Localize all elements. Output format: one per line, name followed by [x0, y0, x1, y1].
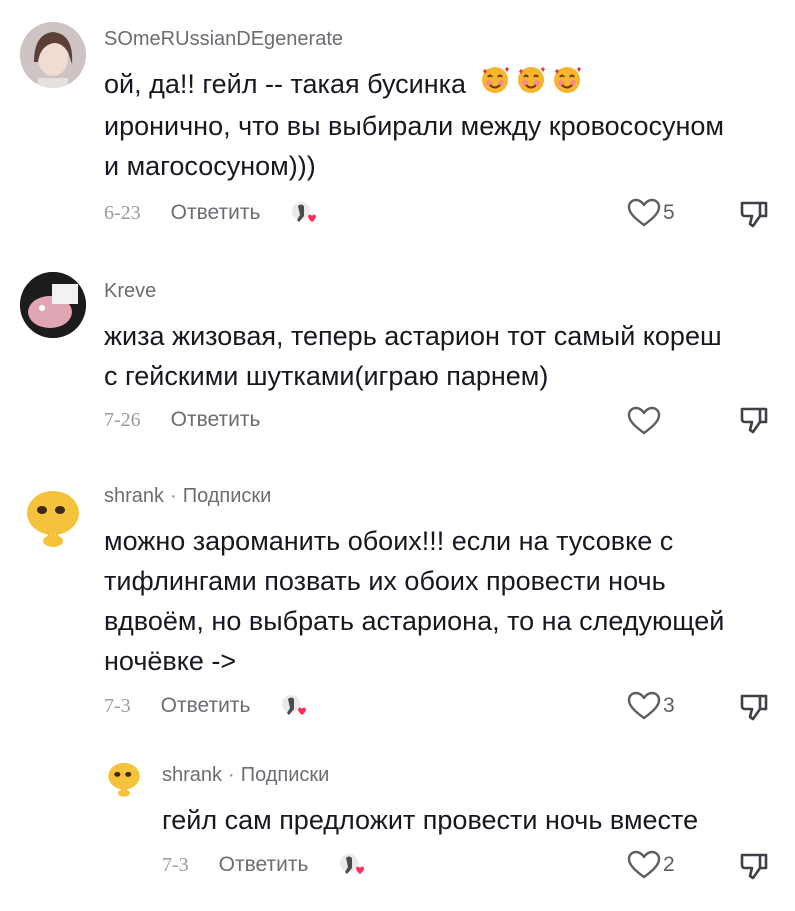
comment-text-line: жиза жизовая, теперь астарион тот самый … [104, 321, 722, 351]
like-button[interactable]: 5 [627, 198, 675, 228]
following-badge: Подписки [182, 485, 272, 507]
comment-username[interactable]: SOmeRUssianDEgenerate [104, 28, 343, 51]
comment-text-line-content: ой, да!! гейл -- такая бусинка [104, 69, 467, 99]
comment-username-row: shrank · Подписки [162, 764, 329, 787]
comment-date: 7-3 [162, 853, 189, 876]
reply-button[interactable]: Ответить [161, 694, 251, 718]
comment-text-line: вдвоём, но выбрать астариона, то на след… [104, 606, 725, 636]
avatar[interactable] [20, 22, 86, 88]
creator-liked-icon [280, 693, 308, 719]
dislike-button[interactable] [738, 404, 770, 441]
heart-outline-icon [627, 850, 661, 879]
heart-outline-icon [627, 406, 661, 435]
comment-date: 7-3 [104, 694, 131, 717]
comment-3: shrank · Подписки можно зароманить обоих!!… [0, 465, 795, 750]
comment-text-line: ночёвке -> [104, 646, 237, 676]
comment-username[interactable]: shrank [104, 485, 164, 507]
comment-meta: 7-3 Ответить [104, 693, 308, 719]
comment-text: гейл сам предложит провести ночь вместе [162, 800, 698, 840]
avatar-photo [20, 483, 86, 549]
thumbs-down-icon [740, 853, 768, 880]
like-count: 2 [663, 853, 675, 876]
comment-meta: 7-3 Ответить [162, 852, 366, 878]
following-badge: Подписки [240, 764, 330, 786]
comment-text-line: иронично, что вы выбирали между кровосос… [104, 111, 724, 142]
like-count: 3 [663, 694, 675, 717]
reply-comment: shrank · Подписки гейл сам предложит прове… [0, 750, 795, 911]
comment-meta: 6-23 Ответить [104, 200, 318, 226]
comment-1: SOmeRUssianDEgenerate ой, да!! гейл -- т… [0, 0, 795, 250]
comment-2: Kreve жиза жизовая, теперь астарион тот … [0, 250, 795, 465]
comment-username[interactable]: Kreve [104, 280, 156, 303]
reply-button[interactable]: Ответить [219, 853, 309, 877]
reply-button[interactable]: Ответить [171, 201, 261, 225]
comment-text: можно зароманить обоих!!! если на тусовк… [104, 521, 724, 681]
dislike-button[interactable] [738, 850, 770, 887]
comment-text-line: тифлингами позвать их обоих провести ноч… [104, 566, 666, 596]
avatar[interactable] [20, 483, 86, 549]
smiling-face-with-hearts-icon [552, 65, 582, 106]
dislike-button[interactable] [738, 198, 770, 235]
separator-dot: · [170, 485, 177, 507]
avatar-photo [20, 272, 86, 338]
comment-text-line: ой, да!! гейл -- такая бусинка [104, 64, 724, 106]
avatar[interactable] [104, 758, 144, 798]
creator-liked-icon [338, 852, 366, 878]
thumbs-down-icon [740, 694, 768, 721]
thumbs-down-icon [740, 201, 768, 228]
like-button[interactable] [627, 406, 663, 436]
like-button[interactable]: 3 [627, 691, 675, 721]
comment-meta: 7-26 Ответить [104, 408, 260, 432]
smiling-face-with-hearts-icon [480, 65, 510, 106]
comment-username-row: shrank · Подписки [104, 485, 271, 508]
smiling-face-with-hearts-icon [516, 65, 546, 106]
heart-outline-icon [627, 691, 661, 720]
comment-text-line: и магососуном))) [104, 151, 316, 182]
separator-dot: · [228, 764, 235, 786]
comment-text-line: с гейскими шутками(играю парнем) [104, 361, 549, 391]
comment-username[interactable]: shrank [162, 764, 222, 786]
comment-text-line: можно зароманить обоих!!! если на тусовк… [104, 526, 674, 556]
comment-date: 6-23 [104, 201, 141, 224]
comment-text-line: гейл сам предложит провести ночь вместе [162, 805, 699, 835]
creator-liked-icon [290, 200, 318, 226]
like-button[interactable]: 2 [627, 850, 675, 880]
avatar[interactable] [20, 272, 86, 338]
thumbs-down-icon [740, 407, 768, 434]
avatar-photo [104, 758, 144, 798]
reply-button[interactable]: Ответить [171, 408, 261, 432]
comment-date: 7-26 [104, 408, 141, 431]
comment-text: ой, да!! гейл -- такая бусинка иронично,… [104, 64, 724, 186]
like-count: 5 [663, 201, 675, 224]
comment-text: жиза жизовая, теперь астарион тот самый … [104, 316, 722, 396]
dislike-button[interactable] [738, 691, 770, 728]
heart-outline-icon [627, 198, 661, 227]
avatar-photo [20, 22, 86, 88]
